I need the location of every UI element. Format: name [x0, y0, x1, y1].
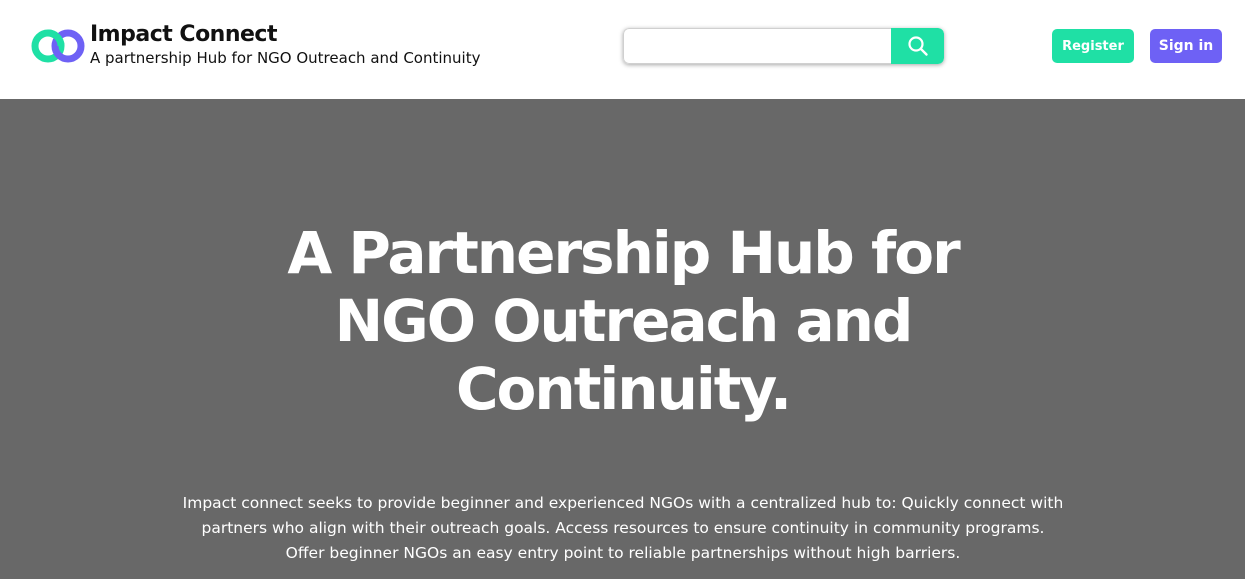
register-button[interactable]: Register	[1052, 29, 1134, 63]
brand-text: Impact Connect A partnership Hub for NGO…	[90, 22, 480, 68]
search-bar	[623, 28, 944, 64]
search-button[interactable]	[891, 28, 944, 64]
brand[interactable]: Impact Connect A partnership Hub for NGO…	[30, 20, 480, 70]
sign-in-button[interactable]: Sign in	[1150, 29, 1222, 63]
brand-tagline: A partnership Hub for NGO Outreach and C…	[90, 49, 481, 67]
linked-rings-logo-icon	[31, 29, 85, 63]
hero-section: A Partnership Hub for NGO Outreach and C…	[0, 99, 1245, 579]
search-icon	[907, 36, 928, 56]
brand-title: Impact Connect	[90, 22, 277, 47]
hero-title: A Partnership Hub for NGO Outreach and C…	[287, 219, 960, 423]
site-header: Impact Connect A partnership Hub for NGO…	[0, 0, 1245, 99]
hero-description: Impact connect seeks to provide beginner…	[182, 494, 1064, 562]
search-input[interactable]	[623, 28, 891, 64]
